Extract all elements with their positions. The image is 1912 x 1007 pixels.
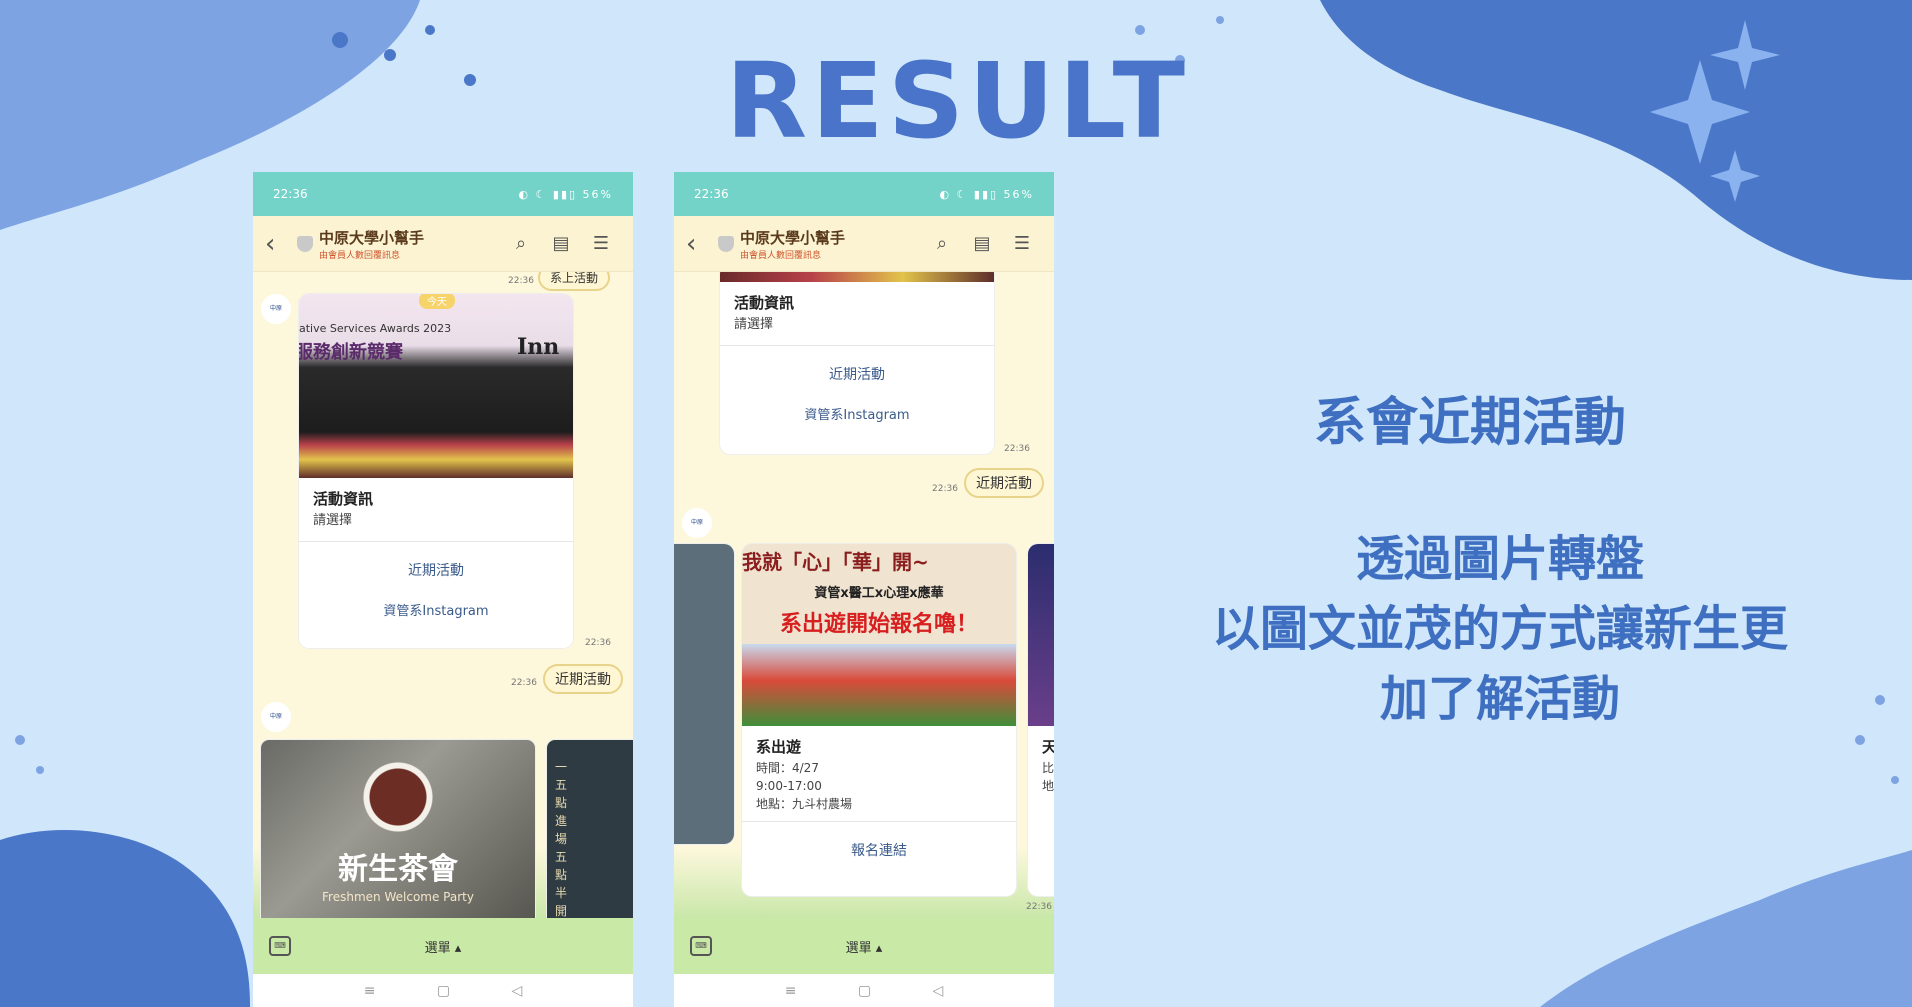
- status-icons: ◐ ☾ ▮▮▯ 56%: [518, 187, 613, 201]
- carousel-item-trip[interactable]: 我就「心」「華」開~ 資管x醫工x心理x應華 系出遊開始報名嚕！ 系出遊 時間：…: [742, 544, 1016, 896]
- time-label: 22:36: [511, 678, 537, 688]
- nav-back-icon[interactable]: ◁: [932, 983, 943, 999]
- carousel-subtitle: Freshmen Welcome Party: [322, 890, 474, 904]
- shield-icon: [297, 235, 313, 252]
- description-line-2: 以圖文並茂的方式讓新生更: [1211, 601, 1788, 657]
- phone-screenshot-2: 22:36 ◐ ☾ ▮▮▯ 56% ‹ 中原大學小幫手 由會員人數回覆訊息 ⌕ …: [674, 172, 1054, 1007]
- status-time: 22:36: [273, 187, 308, 201]
- poster-headline: 我就「心」「華」開~: [742, 550, 929, 574]
- photo-strip: [720, 272, 994, 282]
- home-icon[interactable]: ▢: [437, 983, 450, 999]
- chat-area[interactable]: 活動資訊 請選擇 近期活動 資管系Instagram 22:36 近期活動 22…: [674, 272, 1054, 918]
- menu-label[interactable]: 選單 ▴: [846, 937, 883, 956]
- chat-subtitle: 由會員人數回覆訊息: [319, 250, 401, 261]
- notes-icon[interactable]: ▤: [541, 233, 581, 254]
- next-card-title: 天: [1042, 738, 1054, 756]
- time-label: 22:36: [508, 276, 534, 286]
- chat-name: 中原大學小幫手: [740, 228, 846, 247]
- back-icon[interactable]: ‹: [265, 229, 291, 259]
- time-label: 22:36: [1026, 902, 1052, 912]
- card-title: 活動資訊: [734, 294, 795, 312]
- card-subtitle: 請選擇: [734, 317, 774, 332]
- chat-subtitle: 由會員人數回覆訊息: [740, 250, 822, 261]
- event-hours: 9:00-17:00: [756, 779, 822, 793]
- bot-avatar: 中原: [682, 508, 712, 538]
- keyboard-icon[interactable]: ⌨: [269, 936, 291, 956]
- shield-icon: [718, 235, 734, 252]
- chat-area[interactable]: 系上活動 22:36 中原 ative Services Awards 2023…: [253, 272, 633, 918]
- section-description: 透過圖片轉盤 以圖文並茂的方式讓新生更 加了解活動: [1160, 524, 1840, 734]
- carousel-item-tea[interactable]: 新生茶會 Freshmen Welcome Party: [261, 740, 535, 918]
- section-heading: 系會近期活動: [1313, 393, 1626, 453]
- description-line-1: 透過圖片轉盤: [1355, 531, 1644, 587]
- trip-poster: 我就「心」「華」開~ 資管x醫工x心理x應華 系出遊開始報名嚕！: [742, 544, 1016, 726]
- event-date: 時間：4/27: [756, 761, 819, 775]
- carousel-side-text: 一五點進場五點半開: [555, 760, 568, 918]
- event-details: 時間：4/27 9:00-17:00 地點：九斗村農場: [742, 759, 1016, 821]
- status-bar: 22:36 ◐ ☾ ▮▮▯ 56%: [674, 172, 1054, 216]
- time-label: 22:36: [932, 484, 958, 494]
- search-icon[interactable]: ⌕: [922, 233, 962, 254]
- chat-name: 中原大學小幫手: [319, 228, 425, 247]
- menu-bar[interactable]: ⌨ 選單 ▴: [674, 918, 1054, 974]
- card-subtitle: 請選擇: [313, 513, 353, 528]
- menu-icon[interactable]: ☰: [1002, 233, 1042, 254]
- status-time: 22:36: [694, 187, 729, 201]
- carousel-title: 新生茶會: [338, 852, 458, 887]
- chat-header: ‹ 中原大學小幫手 由會員人數回覆訊息 ⌕ ▤ ☰: [674, 216, 1054, 272]
- poster-signup: 系出遊開始報名嚕！: [779, 612, 978, 637]
- description-line-3: 加了解活動: [1379, 671, 1620, 727]
- action-recent-events[interactable]: 近期活動: [299, 542, 573, 590]
- system-nav-bar: ≡ ▢ ◁: [253, 974, 633, 1007]
- status-bar: 22:36 ◐ ☾ ▮▮▯ 56%: [253, 172, 633, 216]
- reply-bubble: 近期活動: [543, 664, 623, 694]
- carousel-item-next[interactable]: 天 比 地: [1028, 544, 1054, 896]
- reply-bubble-top: 系上活動: [538, 272, 611, 291]
- phone-screenshot-1: 22:36 ◐ ☾ ▮▮▯ 56% ‹ 中原大學小幫手 由會員人數回覆訊息 ⌕ …: [253, 172, 633, 1007]
- activity-card: ative Services Awards 2023 服務創新競賽 Inn 今天…: [299, 294, 573, 648]
- carousel-item-next[interactable]: 一五點進場五點半開: [547, 740, 633, 918]
- keyboard-icon[interactable]: ⌨: [690, 936, 712, 956]
- menu-label[interactable]: 選單 ▴: [425, 937, 462, 956]
- banner-text: ative Services Awards 2023: [299, 322, 452, 335]
- bot-avatar: 中原: [261, 702, 291, 732]
- today-badge: 今天: [419, 294, 455, 309]
- banner-logo-text: Inn: [517, 334, 560, 360]
- time-label: 22:36: [585, 638, 611, 648]
- recents-icon[interactable]: ≡: [785, 983, 797, 999]
- home-icon[interactable]: ▢: [858, 983, 871, 999]
- menu-icon[interactable]: ☰: [581, 233, 621, 254]
- banner-title: 服務創新競賽: [299, 342, 403, 363]
- action-instagram[interactable]: 資管系Instagram: [720, 394, 994, 433]
- activity-card: 活動資訊 請選擇 近期活動 資管系Instagram: [720, 272, 994, 454]
- signup-link-button[interactable]: 報名連結: [742, 822, 1016, 870]
- action-instagram[interactable]: 資管系Instagram: [299, 590, 573, 629]
- search-icon[interactable]: ⌕: [501, 233, 541, 254]
- group-photo: ative Services Awards 2023 服務創新競賽 Inn 今天: [299, 294, 573, 478]
- notes-icon[interactable]: ▤: [962, 233, 1002, 254]
- action-recent-events[interactable]: 近期活動: [720, 346, 994, 394]
- poster-departments: 資管x醫工x心理x應華: [814, 586, 944, 601]
- menu-bar[interactable]: ⌨ 選單 ▴: [253, 918, 633, 974]
- reply-bubble: 近期活動: [964, 468, 1044, 498]
- system-nav-bar: ≡ ▢ ◁: [674, 974, 1054, 1007]
- bot-avatar: 中原: [261, 294, 291, 324]
- chat-header: ‹ 中原大學小幫手 由會員人數回覆訊息 ⌕ ▤ ☰: [253, 216, 633, 272]
- nav-back-icon[interactable]: ◁: [511, 983, 522, 999]
- time-label: 22:36: [1004, 444, 1030, 454]
- next-card-sub: 比 地: [1042, 761, 1054, 793]
- page-title: RESULT: [725, 40, 1190, 162]
- recents-icon[interactable]: ≡: [364, 983, 376, 999]
- event-place: 地點：九斗村農場: [756, 797, 853, 811]
- carousel-item-prev[interactable]: [674, 544, 734, 844]
- back-icon[interactable]: ‹: [686, 229, 712, 259]
- status-icons: ◐ ☾ ▮▮▯ 56%: [939, 187, 1034, 201]
- event-title: 系出遊: [756, 738, 802, 756]
- card-title: 活動資訊: [313, 490, 374, 508]
